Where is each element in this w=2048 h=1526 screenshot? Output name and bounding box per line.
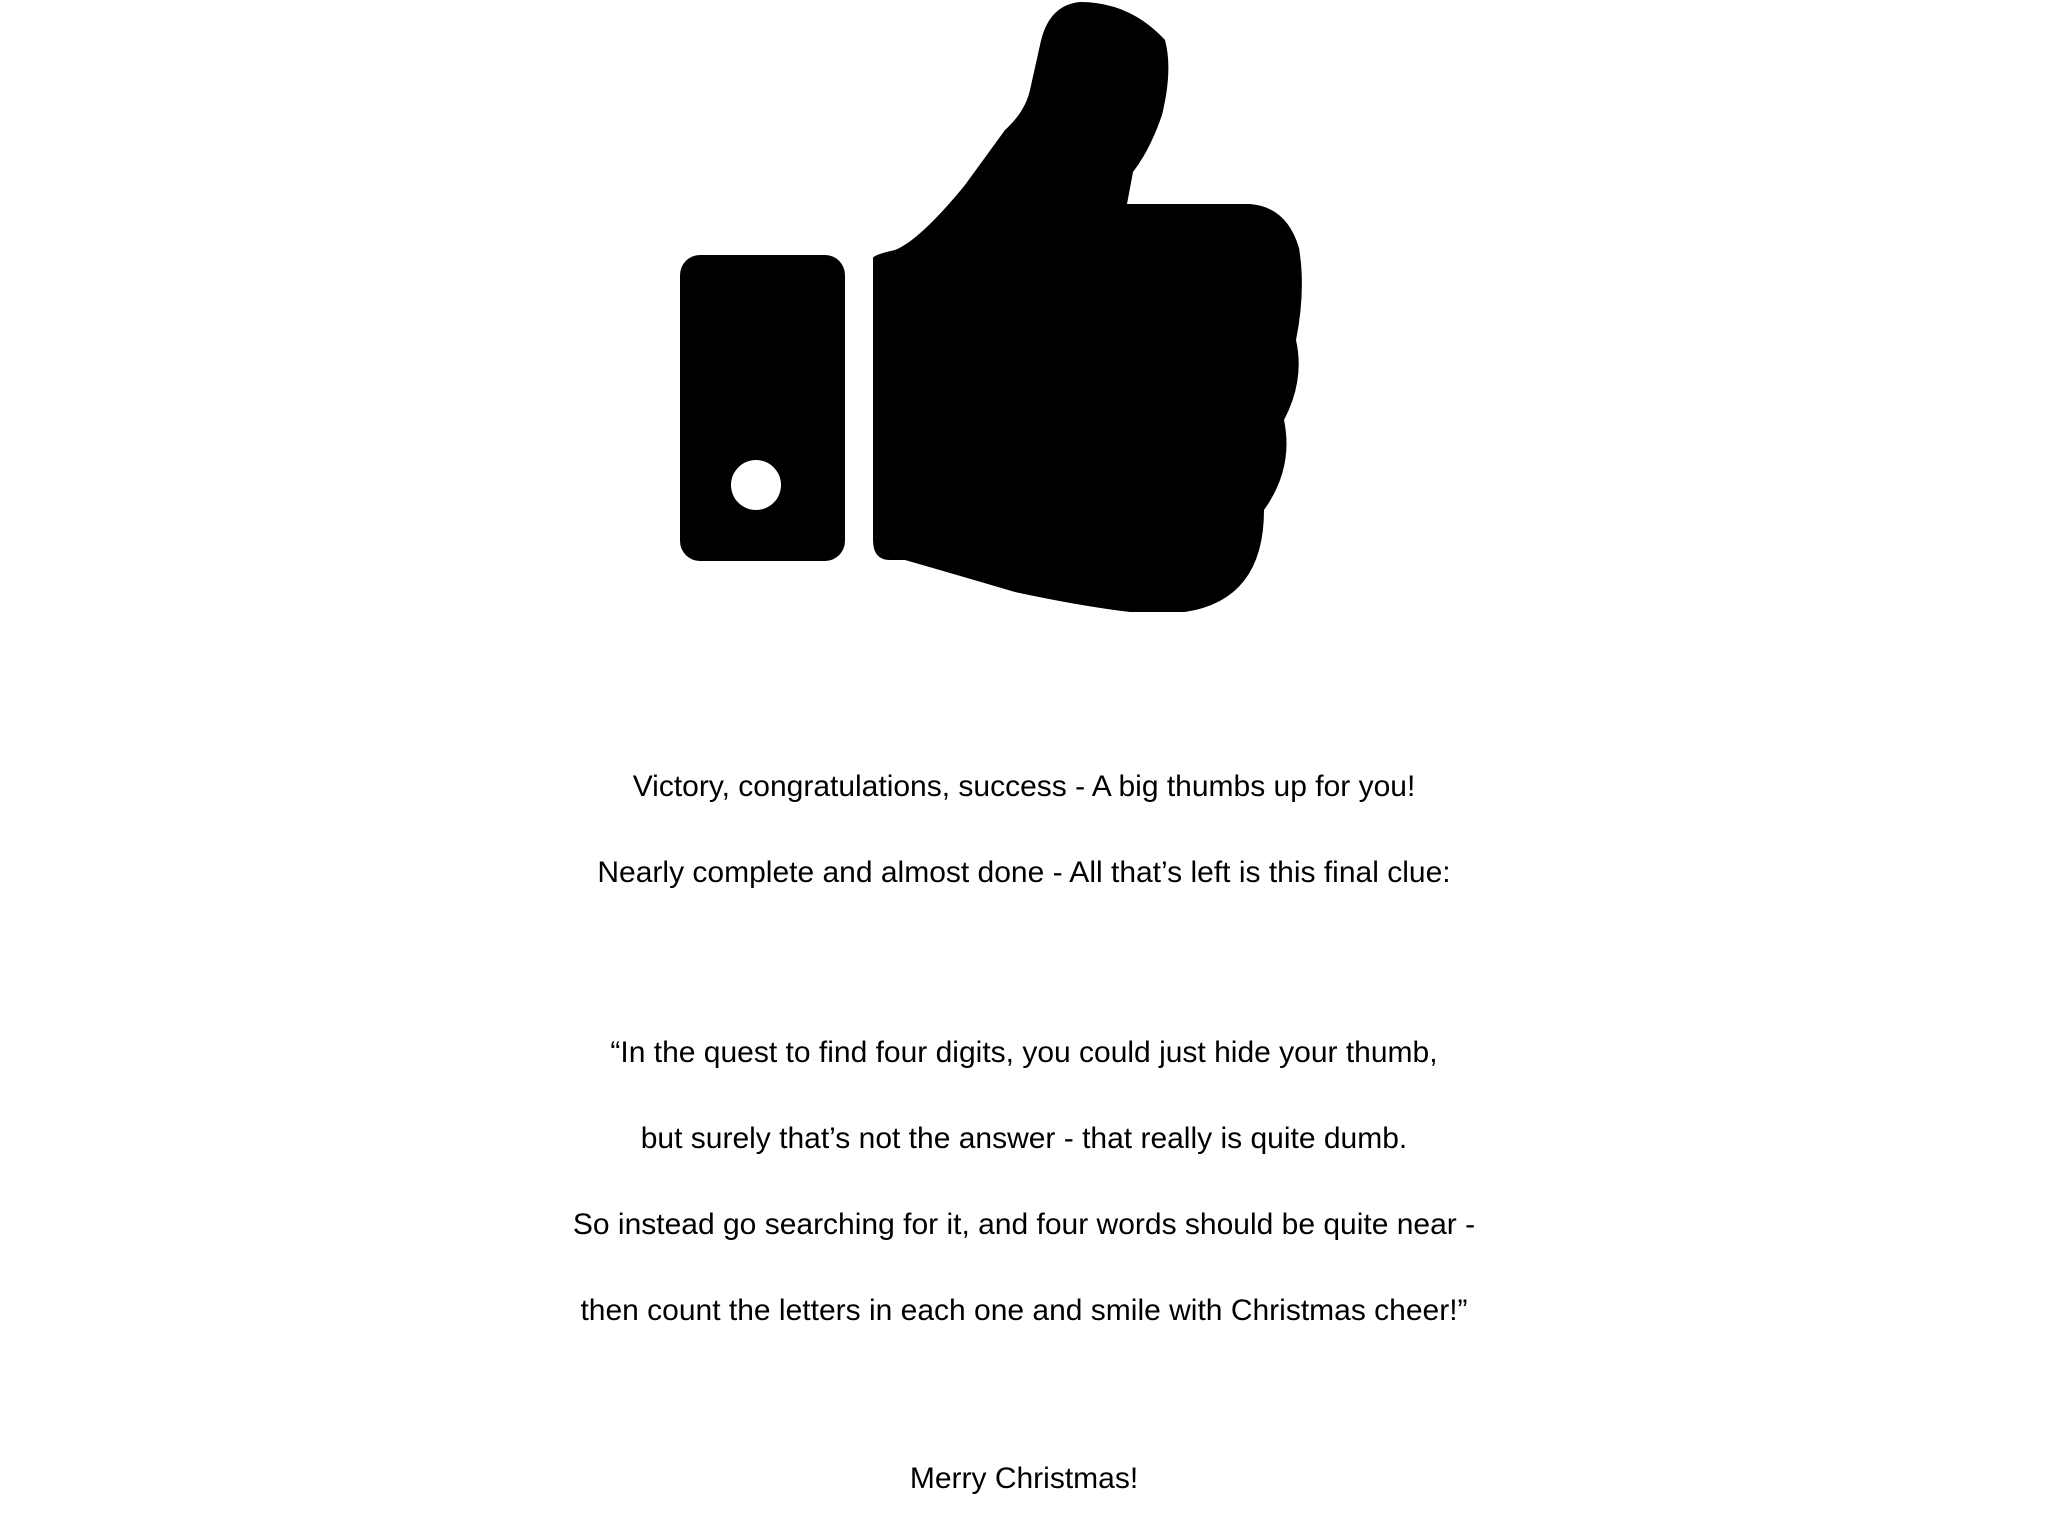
thumbs-up-cuff: [680, 255, 845, 561]
intro-line-2: Nearly complete and almost done - All th…: [597, 856, 1451, 889]
clue-line-4: then count the letters in each one and s…: [580, 1294, 1468, 1327]
thumbs-up-hand: [873, 2, 1302, 612]
clue-line-1: “In the quest to find four digits, you c…: [610, 1036, 1438, 1069]
signoff: Merry Christmas!: [0, 1436, 2048, 1522]
clue-line-2: but surely that’s not the answer - that …: [640, 1122, 1408, 1155]
signoff-text: Merry Christmas!: [909, 1462, 1139, 1495]
clue-verse: “In the quest to find four digits, you c…: [0, 1010, 2048, 1354]
thumbs-up-icon: [680, 0, 1320, 620]
clue-line-3: So instead go searching for it, and four…: [572, 1208, 1476, 1241]
intro-line-1: Victory, congratulations, success - A bi…: [632, 770, 1416, 803]
thumbs-up-cuff-button: [731, 460, 781, 510]
intro-verse: Victory, congratulations, success - A bi…: [0, 744, 2048, 916]
